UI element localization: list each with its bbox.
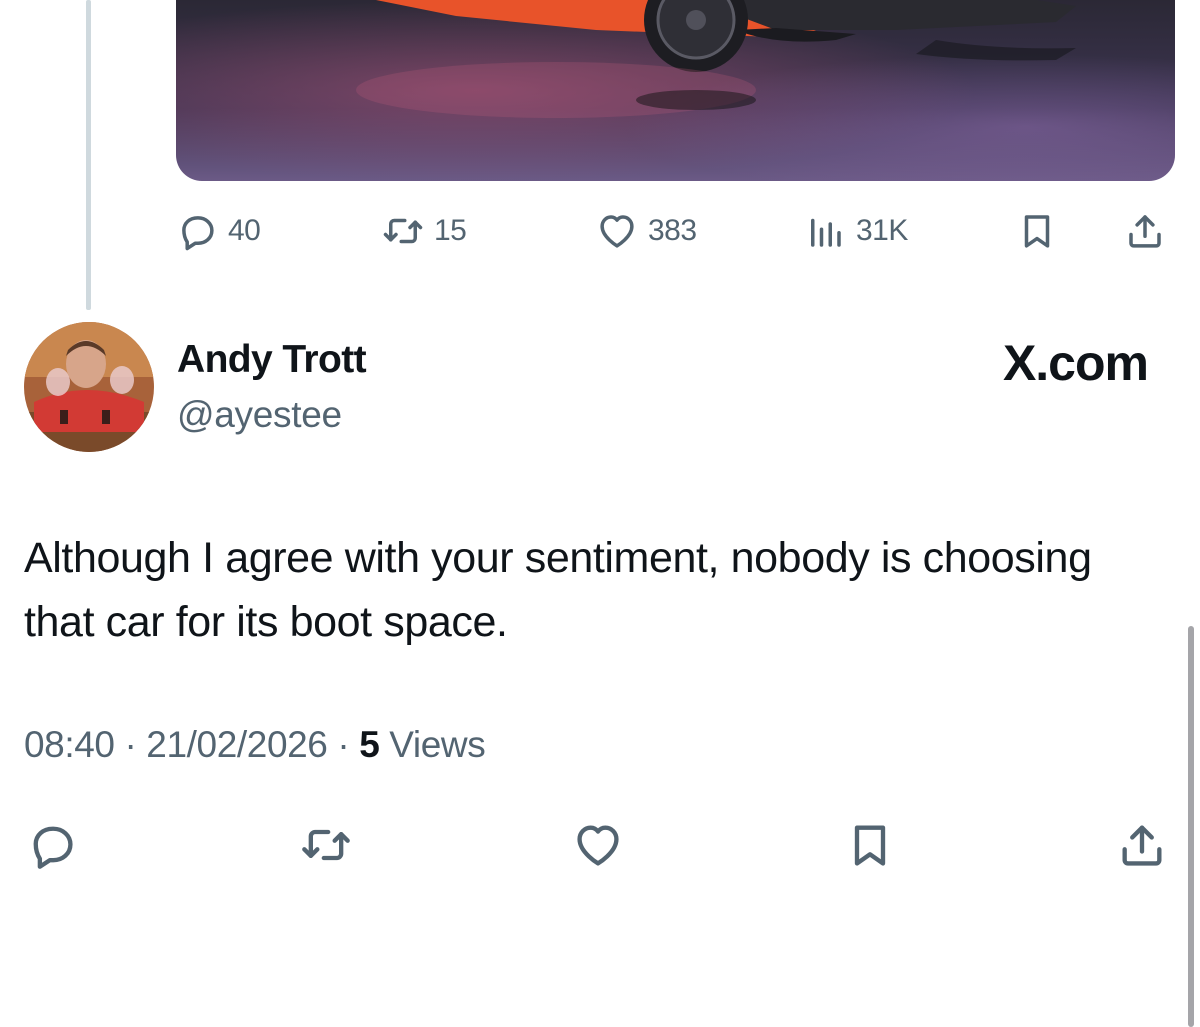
reply-icon xyxy=(182,216,214,251)
tweet-views-count: 5 xyxy=(359,724,380,765)
bookmark-icon xyxy=(854,825,886,866)
reply-action[interactable]: 40 xyxy=(176,203,261,259)
share-icon xyxy=(1122,825,1162,866)
tweet-date[interactable]: 21/02/2026 xyxy=(146,724,328,765)
tweet-text: Although I agree with your sentiment, no… xyxy=(24,534,1092,646)
like-icon xyxy=(600,215,634,248)
author-handle[interactable]: @ayestee xyxy=(177,394,342,436)
x-com-brand: X.com xyxy=(1002,335,1149,391)
repost-icon xyxy=(302,829,350,861)
share-action[interactable] xyxy=(1124,203,1166,259)
like-count: 383 xyxy=(648,214,697,247)
analytics-icon xyxy=(811,218,841,247)
views-action[interactable]: 31K xyxy=(804,203,908,259)
avatar[interactable] xyxy=(24,322,154,452)
scrollbar[interactable] xyxy=(1188,626,1194,1027)
car-photo xyxy=(176,0,1175,181)
repost-count: 15 xyxy=(434,214,467,247)
repost-action[interactable]: 15 xyxy=(382,203,467,259)
tweet-meta: 08:40 · 21/02/2026 · 5 Views xyxy=(24,724,486,766)
reply-count: 40 xyxy=(228,214,261,247)
repost-icon xyxy=(383,218,423,244)
tweet-media-image[interactable] xyxy=(176,0,1175,181)
meta-separator: · xyxy=(337,724,350,765)
like-icon xyxy=(577,825,619,866)
share-icon xyxy=(1129,215,1161,248)
reply-button[interactable] xyxy=(22,814,82,876)
reply-icon xyxy=(33,826,73,869)
tweet-time[interactable]: 08:40 xyxy=(24,724,115,765)
tweet-action-bar xyxy=(0,814,1200,876)
views-count: 31K xyxy=(856,214,908,247)
bookmark-action[interactable] xyxy=(1016,203,1058,259)
bookmark-icon xyxy=(1024,215,1050,248)
avatar-photo xyxy=(24,322,154,452)
author-name[interactable]: Andy Trott xyxy=(177,338,367,382)
bookmark-button[interactable] xyxy=(840,814,900,876)
meta-separator: · xyxy=(124,724,137,765)
like-action[interactable]: 383 xyxy=(596,203,697,259)
quoted-tweet-action-bar: 40 15 383 31K xyxy=(0,203,1200,259)
repost-button[interactable] xyxy=(296,814,356,876)
share-button[interactable] xyxy=(1112,814,1172,876)
thread-connector-line xyxy=(86,0,91,310)
tweet-views-label: Views xyxy=(389,724,486,765)
like-button[interactable] xyxy=(568,814,628,876)
